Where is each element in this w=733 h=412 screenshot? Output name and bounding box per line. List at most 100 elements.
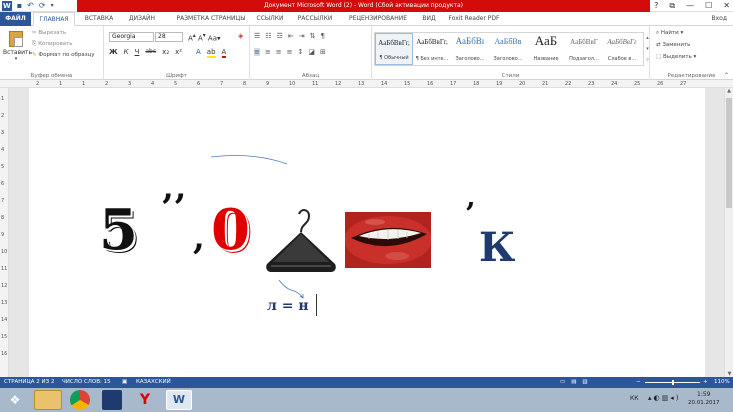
align-center-icon[interactable]: ≡: [265, 48, 271, 56]
justify-icon[interactable]: ≡: [287, 48, 293, 56]
numbering-icon[interactable]: ☷: [265, 32, 271, 40]
ruler-number: 12: [335, 81, 342, 87]
customize-icon[interactable]: ▾: [51, 1, 54, 11]
chrome-icon[interactable]: [70, 390, 90, 410]
zoom-in-icon[interactable]: +: [703, 377, 708, 388]
bullets-icon[interactable]: ☰: [254, 32, 260, 40]
clipboard-group-label: Буфер обмена: [30, 73, 73, 79]
horizontal-ruler[interactable]: 2 1 1 2 3 4 5 6 7 8 9 10 11 12 13 14 15 16 17 18 19 20 21 22 23 2…: [0, 80, 733, 88]
tab-view[interactable]: ВИД: [416, 12, 442, 26]
hanger-image: [266, 209, 336, 272]
replace-button[interactable]: ⇄ Заменить: [656, 42, 690, 48]
vertical-ruler-number: 14: [1, 317, 8, 323]
scroll-thumb[interactable]: [726, 98, 732, 208]
superscript-button[interactable]: x²: [175, 48, 182, 56]
maximize-icon[interactable]: ☐: [705, 0, 712, 12]
style-heading-2[interactable]: АаБбВв Заголово...: [489, 33, 527, 65]
tab-mailings[interactable]: РАССЫЛКИ: [292, 12, 338, 26]
tab-file[interactable]: ФАЙЛ: [0, 12, 31, 26]
italic-button[interactable]: К: [124, 48, 129, 56]
increase-indent-icon[interactable]: ⇥: [299, 32, 305, 40]
scroll-up-icon[interactable]: ▲: [725, 88, 733, 94]
tab-review[interactable]: РЕЦЕНЗИРОВАНИЕ: [342, 12, 414, 26]
brush-icon: ✎: [32, 52, 37, 58]
start-icon[interactable]: ❖: [2, 390, 28, 410]
yandex-icon[interactable]: Y: [134, 390, 156, 410]
collapse-ribbon-icon[interactable]: ⌃: [724, 72, 729, 79]
style-subtle-emphasis[interactable]: АаБбВвГг Слабое в...: [603, 33, 641, 65]
style-subtitle[interactable]: АаБбВвГ Подзагол...: [565, 33, 603, 65]
input-language[interactable]: КК: [630, 395, 639, 402]
tray-icons[interactable]: ▴◐▥◂): [648, 394, 680, 402]
find-button[interactable]: ⌕ Найти ▾: [656, 30, 683, 37]
tab-foxit[interactable]: Foxit Reader PDF: [444, 12, 504, 26]
format-painter-button[interactable]: ✎ Формат по образцу: [32, 52, 95, 58]
style-name: Подзагол...: [569, 56, 599, 62]
style-title[interactable]: АаБ Название: [527, 33, 565, 65]
tab-design[interactable]: ДИЗАЙН: [123, 12, 161, 26]
vertical-scrollbar[interactable]: ▲ ▼: [724, 88, 733, 377]
font-group: Georgia 28 A▴ A▾ Aa▾ ◈ Ж К Ч abc x₂ x² A…: [104, 26, 250, 80]
close-icon[interactable]: ✕: [723, 0, 730, 12]
ribbon: Вставить ▾ ✂ Вырезать ⎘ Копировать ✎ Фор…: [0, 26, 733, 80]
pilcrow-icon[interactable]: ¶: [320, 32, 324, 40]
zoom-thumb[interactable]: [672, 380, 674, 385]
page-count[interactable]: СТРАНИЦА 2 ИЗ 2: [4, 377, 54, 388]
document-page[interactable]: 5 ’’ , 0 ’ К л = н: [29, 88, 705, 377]
decrease-indent-icon[interactable]: ⇤: [288, 32, 294, 40]
line-spacing-icon[interactable]: ↕: [298, 48, 304, 56]
cut-button[interactable]: ✂ Вырезать: [32, 30, 66, 36]
font-color-icon[interactable]: A: [221, 48, 227, 58]
style-heading-1[interactable]: АаБбВı Заголово...: [451, 33, 489, 65]
clock-date[interactable]: 20.01.2017: [688, 400, 720, 406]
align-left-icon[interactable]: ≡: [254, 48, 260, 56]
tab-references[interactable]: ССЫЛКИ: [251, 12, 289, 26]
bold-button[interactable]: Ж: [109, 48, 118, 56]
redo-icon[interactable]: ⟳: [39, 1, 46, 11]
ruler-number: 5: [174, 81, 178, 87]
strikethrough-button[interactable]: abc: [145, 48, 156, 56]
help-icon[interactable]: ?: [654, 0, 658, 12]
underline-button[interactable]: Ч: [135, 48, 140, 56]
font-family-select[interactable]: Georgia: [109, 32, 154, 42]
sign-in-link[interactable]: Вход: [712, 12, 728, 26]
zoom-out-icon[interactable]: −: [636, 377, 641, 388]
vertical-ruler[interactable]: 1 2 3 4 5 6 7 8 9 10 11 12 13 14 15 16: [0, 88, 9, 377]
clear-format-icon[interactable]: ◈: [238, 32, 243, 40]
style-normal[interactable]: АаБбВвГг, ¶ Обычный: [375, 33, 413, 65]
copy-button[interactable]: ⎘ Копировать: [32, 41, 73, 48]
tab-insert[interactable]: ВСТАВКА: [79, 12, 119, 26]
font-size-select[interactable]: 28: [155, 32, 183, 42]
save-app-icon[interactable]: [102, 390, 122, 410]
proofing-icon[interactable]: ▣: [122, 377, 127, 388]
sort-icon[interactable]: ⇅: [310, 32, 316, 40]
word-count[interactable]: ЧИСЛО СЛОВ: 15: [62, 377, 111, 388]
borders-icon[interactable]: ⊞: [320, 48, 326, 56]
undo-icon[interactable]: ↶: [27, 1, 34, 11]
align-right-icon[interactable]: ≡: [276, 48, 282, 56]
zoom-level[interactable]: 110%: [714, 377, 730, 388]
tab-page-layout[interactable]: РАЗМЕТКА СТРАНИЦЫ: [165, 12, 257, 26]
word-taskbar-icon[interactable]: W: [166, 390, 192, 410]
ribbon-display-icon[interactable]: ⧉: [669, 0, 675, 12]
select-button[interactable]: ⬚ Выделить ▾: [656, 54, 696, 60]
highlight-icon[interactable]: ab: [206, 48, 216, 58]
shading-icon[interactable]: ◪: [308, 48, 315, 56]
style-no-spacing[interactable]: АаБбВвГг, ¶ Без инте...: [413, 33, 451, 65]
clock-time[interactable]: 1:59: [697, 391, 710, 398]
view-buttons[interactable]: ▭▤▥: [560, 377, 594, 388]
font-size-buttons[interactable]: A▴ A▾ Aa▾: [188, 33, 221, 42]
minimize-icon[interactable]: —: [686, 0, 694, 12]
multilevel-icon[interactable]: ☲: [277, 32, 283, 40]
paste-button[interactable]: Вставить ▾: [3, 29, 32, 65]
text-effects-icon[interactable]: A: [196, 48, 201, 58]
rebus-formula: л = н: [267, 298, 309, 314]
ruler-number: 23: [588, 81, 595, 87]
language[interactable]: КАЗАХСКИЙ: [136, 377, 171, 388]
tab-home[interactable]: ГЛАВНАЯ: [33, 12, 75, 26]
save-icon[interactable]: ▪: [17, 1, 22, 11]
ruler-number: 24: [611, 81, 618, 87]
status-bar: СТРАНИЦА 2 ИЗ 2 ЧИСЛО СЛОВ: 15 ▣ КАЗАХСК…: [0, 377, 733, 388]
file-explorer-icon[interactable]: [34, 390, 62, 410]
subscript-button[interactable]: x₂: [162, 48, 169, 56]
